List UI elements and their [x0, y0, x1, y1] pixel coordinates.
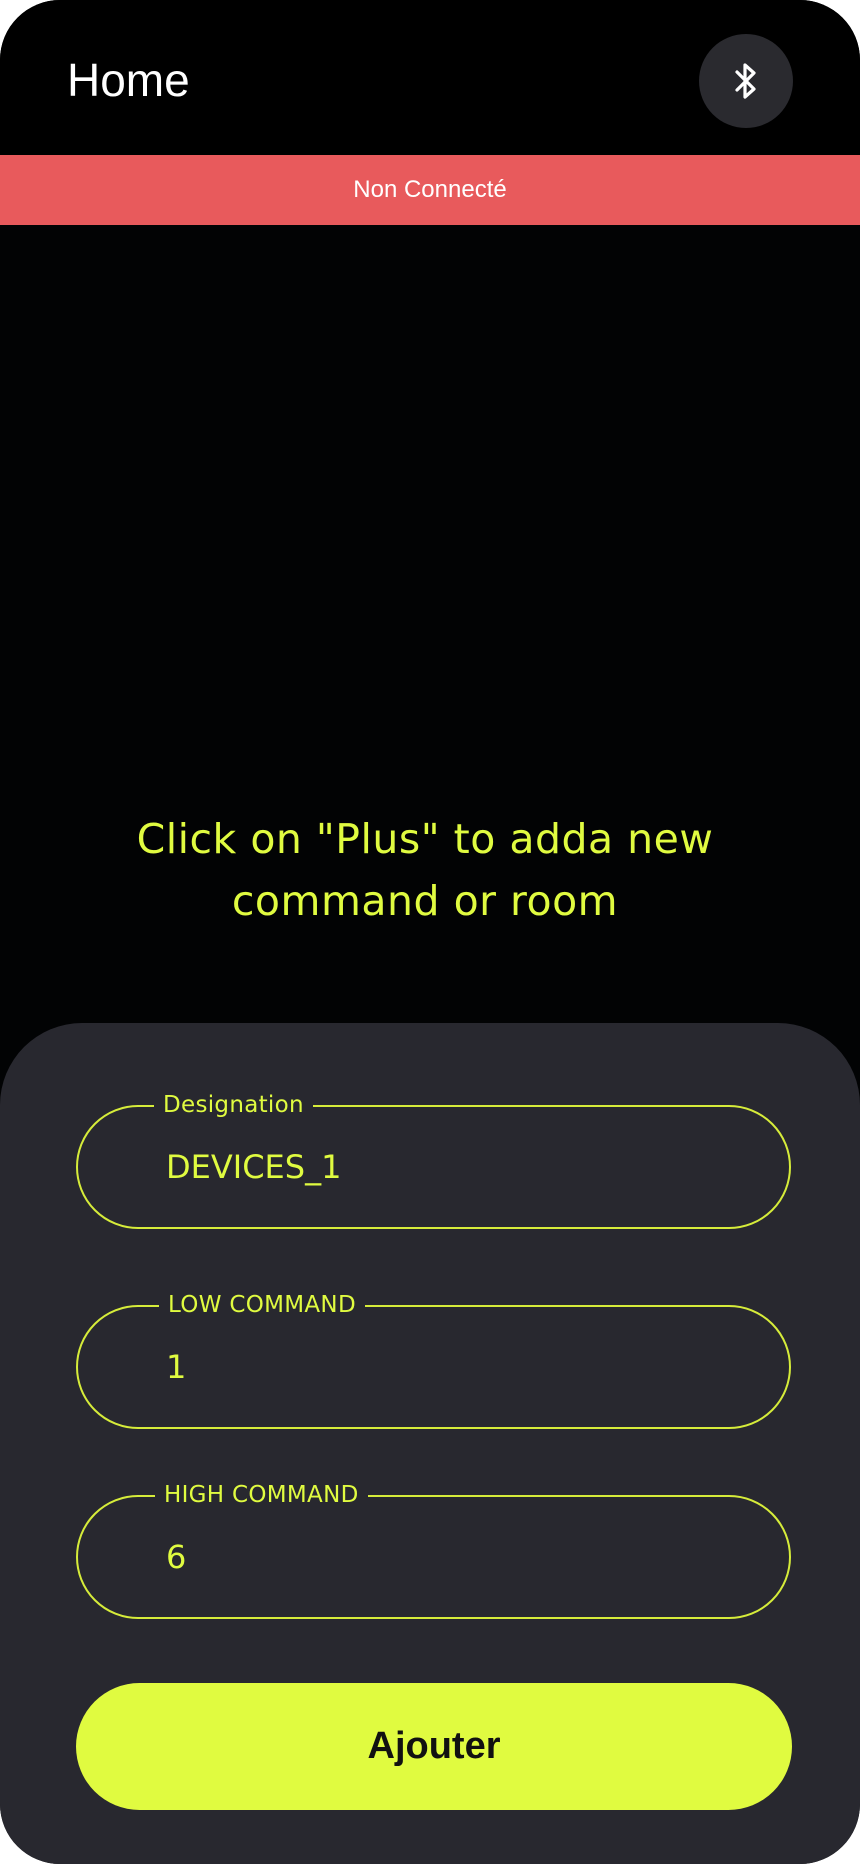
bluetooth-button[interactable]	[699, 34, 793, 128]
app-screen: Home Non Connecté Click on "Plus" to add…	[0, 0, 860, 1864]
high-command-label: HIGH COMMAND	[155, 1480, 368, 1510]
low-command-field[interactable]: LOW COMMAND	[76, 1290, 791, 1429]
page-title: Home	[67, 54, 190, 106]
high-command-field[interactable]: HIGH COMMAND	[76, 1480, 791, 1619]
designation-input[interactable]	[166, 1147, 726, 1187]
designation-label: Designation	[154, 1090, 313, 1120]
empty-state-message: Click on "Plus" to adda new command or r…	[136, 815, 714, 925]
add-button[interactable]: Ajouter	[76, 1683, 792, 1810]
connection-status-text: Non Connecté	[353, 176, 507, 203]
designation-field[interactable]: Designation	[76, 1090, 791, 1229]
bluetooth-icon	[735, 63, 756, 99]
connection-status-banner: Non Connecté	[0, 155, 860, 225]
low-command-input[interactable]	[166, 1347, 726, 1387]
low-command-label: LOW COMMAND	[159, 1290, 365, 1320]
app-bar: Home	[0, 0, 860, 155]
high-command-input[interactable]	[166, 1537, 726, 1577]
